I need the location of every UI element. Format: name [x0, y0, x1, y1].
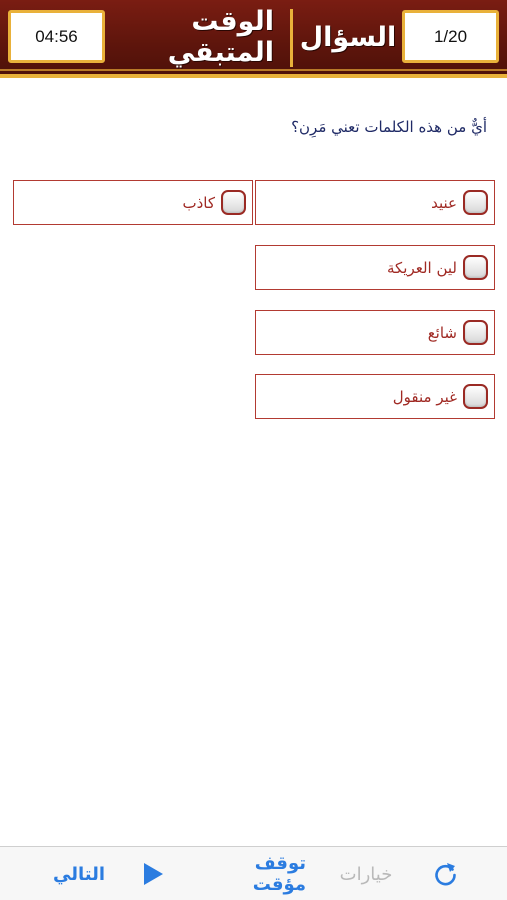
- answer-option-label: غير منقول: [392, 387, 457, 406]
- pause-timer-button[interactable]: توقف مؤقت: [196, 847, 306, 900]
- answer-option-label: لين العريكة: [386, 258, 457, 277]
- question-counter: 1/20: [402, 10, 499, 63]
- answer-option-label: كاذب: [182, 193, 215, 212]
- answer-option-1[interactable]: عنيد: [255, 180, 495, 225]
- header-divider: [290, 9, 293, 67]
- checkbox[interactable]: [221, 190, 246, 215]
- refresh-button[interactable]: [428, 847, 464, 900]
- answer-option-3[interactable]: لين العريكة: [255, 245, 495, 290]
- options-button[interactable]: خيارات: [330, 847, 402, 900]
- answer-option-label: عنيد: [431, 193, 457, 212]
- refresh-icon: [435, 863, 456, 886]
- answer-option-2[interactable]: كاذب: [13, 180, 253, 225]
- question-label: السؤال: [299, 21, 397, 53]
- checkbox[interactable]: [463, 320, 488, 345]
- play-icon: [144, 863, 163, 885]
- checkbox[interactable]: [463, 255, 488, 280]
- play-button[interactable]: [138, 847, 168, 900]
- time-remaining-label: الوقت المتبقي: [167, 6, 274, 68]
- header-gold-line: [0, 69, 507, 71]
- answer-option-4[interactable]: شائع: [255, 310, 495, 355]
- question-text: أيٌّ من هذه الكلمات تعني مَرِن؟: [291, 118, 487, 136]
- timer-display: 04:56: [8, 10, 105, 63]
- quiz-header: 04:56 الوقت المتبقي السؤال 1/20: [0, 0, 507, 78]
- checkbox[interactable]: [463, 384, 488, 409]
- answer-option-5[interactable]: غير منقول: [255, 374, 495, 419]
- answer-option-label: شائع: [427, 323, 457, 342]
- bottom-toolbar: التالي توقف مؤقت خيارات: [0, 846, 507, 900]
- checkbox[interactable]: [463, 190, 488, 215]
- next-button[interactable]: التالي: [44, 847, 114, 900]
